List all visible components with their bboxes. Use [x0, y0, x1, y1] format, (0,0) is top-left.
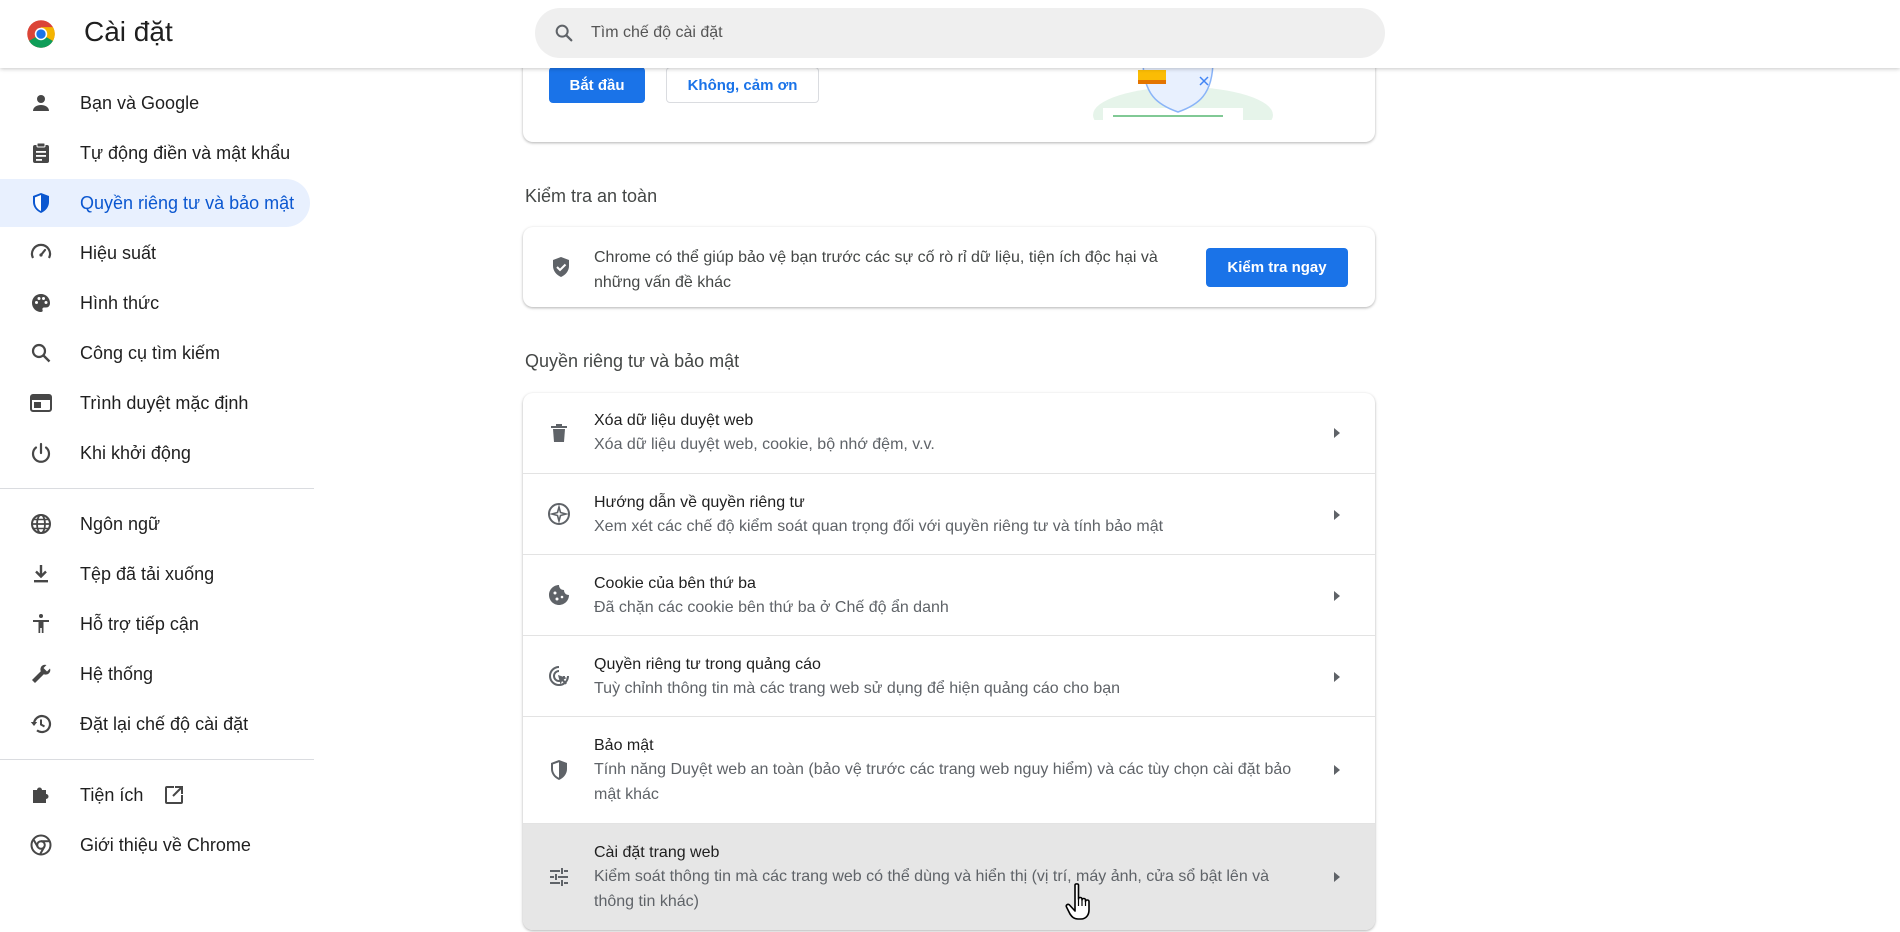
- search-icon: [29, 341, 53, 365]
- safety-check-card: Chrome có thể giúp bảo vệ bạn trước các …: [523, 227, 1375, 307]
- row-subtitle: Kiểm soát thông tin mà các trang web có …: [594, 868, 1270, 910]
- sidebar-item-reset[interactable]: Đặt lại chế độ cài đặt: [0, 700, 310, 748]
- sidebar-item-downloads[interactable]: Tệp đã tải xuống: [0, 550, 310, 598]
- chevron-right-icon: [1334, 672, 1340, 682]
- shield-check-icon: [553, 257, 569, 277]
- chrome-logo-icon: [27, 20, 55, 48]
- safety-check-heading: Kiểm tra an toàn: [525, 186, 658, 206]
- sidebar-item-label: Hình thức: [80, 292, 160, 313]
- chevron-right-icon: [1334, 872, 1340, 882]
- clipboard-icon: [29, 141, 53, 165]
- sidebar-divider: [0, 488, 314, 489]
- sidebar-item-search-engine[interactable]: Công cụ tìm kiếm: [0, 329, 310, 377]
- sidebar-item-accessibility[interactable]: Hỗ trợ tiếp cận: [0, 600, 310, 648]
- row-subtitle: Đã chặn các cookie bên thứ ba ở Chế độ ẩ…: [594, 599, 949, 616]
- sidebar-item-label: Tự động điền và mật khẩu: [80, 142, 291, 163]
- sidebar-item-label: Bạn và Google: [80, 92, 200, 113]
- ad-privacy-icon: [549, 666, 569, 686]
- sidebar-item-on-startup[interactable]: Khi khởi động: [0, 429, 310, 477]
- sidebar-item-label: Ngôn ngữ: [80, 513, 161, 534]
- search-box[interactable]: [535, 8, 1385, 58]
- sidebar-item-label: Tệp đã tải xuống: [80, 563, 215, 584]
- accessibility-icon: [29, 612, 53, 636]
- privacy-settings-card: Xóa dữ liệu duyệt web Xóa dữ liệu duyệt …: [523, 393, 1375, 930]
- sidebar-item-appearance[interactable]: Hình thức: [0, 279, 310, 327]
- row-subtitle: Tuỳ chỉnh thông tin mà các trang web sử …: [594, 680, 1121, 697]
- sidebar-item-label: Tiện ích: [80, 784, 144, 805]
- sidebar-item-performance[interactable]: Hiệu suất: [0, 229, 310, 277]
- sidebar-item-privacy[interactable]: Quyền riêng tư và bảo mật: [0, 179, 310, 227]
- tune-icon: [550, 868, 568, 886]
- row-subtitle: Xem xét các chế độ kiểm soát quan trọng …: [594, 518, 1164, 535]
- start-button[interactable]: Bắt đầu: [549, 67, 645, 103]
- browser-icon: [29, 391, 53, 415]
- site-settings-row[interactable]: Cài đặt trang web Kiểm soát thông tin mà…: [523, 823, 1375, 930]
- sidebar-item-label: Hỗ trợ tiếp cận: [80, 613, 199, 634]
- search-icon: [555, 24, 573, 42]
- clear-browsing-data-row[interactable]: Xóa dữ liệu duyệt web Xóa dữ liệu duyệt …: [523, 393, 1375, 473]
- security-shield-icon: [551, 760, 567, 780]
- top-bar: Cài đặt: [0, 0, 1900, 68]
- sidebar: Bạn và Google Tự động điền và mật khẩu Q…: [0, 68, 315, 932]
- speedometer-icon: [29, 241, 53, 265]
- sidebar-item-languages[interactable]: Ngôn ngữ: [0, 500, 310, 548]
- person-icon: [29, 91, 53, 115]
- sidebar-item-label: Trình duyệt mặc định: [80, 392, 249, 413]
- ad-privacy-row[interactable]: Quyền riêng tư trong quảng cáo Tuỳ chỉnh…: [523, 635, 1375, 716]
- sidebar-item-system[interactable]: Hệ thống: [0, 650, 310, 698]
- security-row[interactable]: Bảo mật Tính năng Duyệt web an toàn (bảo…: [523, 716, 1375, 823]
- power-icon: [29, 441, 53, 465]
- sidebar-item-extensions[interactable]: Tiện ích: [0, 771, 310, 819]
- sidebar-item-label: Công cụ tìm kiếm: [80, 342, 221, 363]
- wrench-icon: [29, 662, 53, 686]
- sidebar-item-default-browser[interactable]: Trình duyệt mặc định: [0, 379, 310, 427]
- safety-check-description: Chrome có thể giúp bảo vệ bạn trước các …: [594, 245, 1158, 295]
- row-title: Xóa dữ liệu duyệt web: [594, 412, 754, 429]
- row-subtitle: Tính năng Duyệt web an toàn (bảo vệ trướ…: [594, 761, 1292, 803]
- check-now-button[interactable]: Kiểm tra ngay: [1206, 248, 1348, 287]
- row-title: Cookie của bên thứ ba: [594, 575, 756, 592]
- page-title: Cài đặt: [84, 16, 173, 47]
- search-input[interactable]: [591, 8, 1351, 58]
- chevron-right-icon: [1334, 510, 1340, 520]
- sidebar-item-label: Khi khởi động: [80, 442, 191, 463]
- trash-icon: [551, 424, 567, 442]
- chevron-right-icon: [1334, 591, 1340, 601]
- sidebar-item-you-and-google[interactable]: Bạn và Google: [0, 79, 310, 127]
- row-title: Hướng dẫn về quyền riêng tư: [594, 494, 805, 511]
- main-content: Bắt đầu Không, cảm ơn Kiểm tra an toàn C…: [523, 0, 1375, 932]
- row-title: Quyền riêng tư trong quảng cáo: [594, 656, 821, 673]
- history-icon: [29, 712, 53, 736]
- safety-check-description-line: những vấn đề khác: [594, 274, 732, 291]
- sidebar-divider: [0, 759, 314, 760]
- chevron-right-icon: [1334, 765, 1340, 775]
- privacy-section-heading: Quyền riêng tư và bảo mật: [525, 351, 740, 371]
- row-title: Bảo mật: [594, 737, 654, 754]
- open-in-new-icon: [165, 785, 184, 804]
- sidebar-item-label: Hiệu suất: [80, 242, 157, 263]
- puzzle-icon: [29, 783, 53, 807]
- sidebar-item-label: Đặt lại chế độ cài đặt: [80, 713, 249, 734]
- row-subtitle: Xóa dữ liệu duyệt web, cookie, bộ nhớ đệ…: [594, 436, 935, 453]
- palette-icon: [29, 291, 53, 315]
- sidebar-item-label: Quyền riêng tư và bảo mật: [80, 192, 295, 213]
- chrome-icon: [29, 833, 53, 857]
- no-thanks-button[interactable]: Không, cảm ơn: [666, 67, 819, 103]
- cookie-icon: [549, 585, 569, 605]
- sidebar-item-label: Giới thiệu về Chrome: [80, 834, 251, 855]
- download-icon: [29, 562, 53, 586]
- safety-check-description-line: Chrome có thể giúp bảo vệ bạn trước các …: [594, 249, 1158, 266]
- sidebar-item-autofill[interactable]: Tự động điền và mật khẩu: [0, 129, 310, 177]
- hand-cursor-icon: [1065, 883, 1090, 920]
- sidebar-item-about-chrome[interactable]: Giới thiệu về Chrome: [0, 821, 310, 869]
- sidebar-item-label: Hệ thống: [80, 663, 154, 684]
- chevron-right-icon: [1334, 428, 1340, 438]
- row-title: Cài đặt trang web: [594, 844, 720, 861]
- privacy-guide-row[interactable]: Hướng dẫn về quyền riêng tư Xem xét các …: [523, 473, 1375, 554]
- globe-icon: [29, 512, 53, 536]
- third-party-cookies-row[interactable]: Cookie của bên thứ ba Đã chặn các cookie…: [523, 554, 1375, 635]
- shield-icon: [29, 191, 53, 215]
- compass-icon: [548, 503, 570, 525]
